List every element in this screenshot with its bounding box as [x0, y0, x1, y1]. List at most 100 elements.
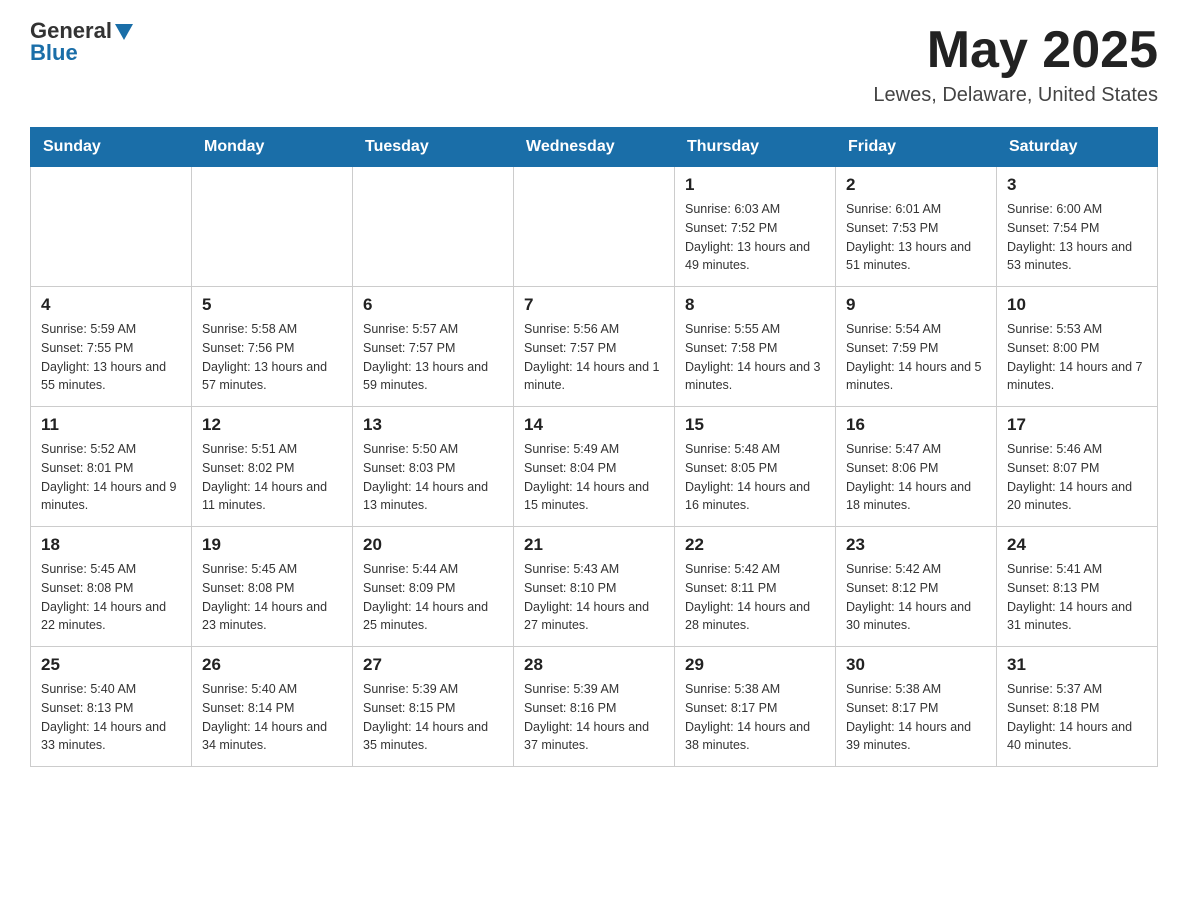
day-number: 11 [41, 415, 181, 435]
day-info: Sunrise: 5:42 AM Sunset: 8:11 PM Dayligh… [685, 560, 825, 635]
calendar-cell [353, 167, 514, 287]
day-number: 13 [363, 415, 503, 435]
calendar-cell: 11 Sunrise: 5:52 AM Sunset: 8:01 PM Dayli… [31, 407, 192, 527]
calendar-cell: 1 Sunrise: 6:03 AM Sunset: 7:52 PM Daylig… [675, 167, 836, 287]
calendar-cell: 7Sunrise: 5:56 AM Sunset: 7:57 PM Daylig… [514, 287, 675, 407]
day-info: Sunrise: 5:48 AM Sunset: 8:05 PM Dayligh… [685, 440, 825, 515]
calendar-table: SundayMondayTuesdayWednesdayThursdayFrid… [30, 127, 1158, 767]
calendar-cell: 25 Sunrise: 5:40 AM Sunset: 8:13 PM Dayli… [31, 647, 192, 767]
calendar-cell: 9 Sunrise: 5:54 AM Sunset: 7:59 PM Daylig… [836, 287, 997, 407]
calendar-cell: 29 Sunrise: 5:38 AM Sunset: 8:17 PM Dayli… [675, 647, 836, 767]
day-number: 1 [685, 175, 825, 195]
calendar-cell: 18Sunrise: 5:45 AM Sunset: 8:08 PM Dayli… [31, 527, 192, 647]
day-number: 31 [1007, 655, 1147, 675]
day-number: 14 [524, 415, 664, 435]
calendar-title: May 2025 [873, 20, 1158, 80]
logo-triangle-icon [115, 24, 133, 40]
logo-blue-text: Blue [30, 42, 133, 64]
calendar-subtitle: Lewes, Delaware, United States [873, 84, 1158, 107]
day-number: 24 [1007, 535, 1147, 555]
day-info: Sunrise: 5:57 AM Sunset: 7:57 PM Dayligh… [363, 320, 503, 395]
day-number: 25 [41, 655, 181, 675]
calendar-week-row: 4 Sunrise: 5:59 AM Sunset: 7:55 PM Daylig… [31, 287, 1158, 407]
day-number: 27 [363, 655, 503, 675]
calendar-cell: 3 Sunrise: 6:00 AM Sunset: 7:54 PM Daylig… [997, 167, 1158, 287]
calendar-cell: 6 Sunrise: 5:57 AM Sunset: 7:57 PM Daylig… [353, 287, 514, 407]
day-number: 22 [685, 535, 825, 555]
day-info: Sunrise: 5:50 AM Sunset: 8:03 PM Dayligh… [363, 440, 503, 515]
calendar-cell: 17 Sunrise: 5:46 AM Sunset: 8:07 PM Dayli… [997, 407, 1158, 527]
day-number: 26 [202, 655, 342, 675]
calendar-cell: 28Sunrise: 5:39 AM Sunset: 8:16 PM Dayli… [514, 647, 675, 767]
day-info: Sunrise: 5:46 AM Sunset: 8:07 PM Dayligh… [1007, 440, 1147, 515]
day-number: 7 [524, 295, 664, 315]
calendar-cell: 24 Sunrise: 5:41 AM Sunset: 8:13 PM Dayli… [997, 527, 1158, 647]
day-info: Sunrise: 5:44 AM Sunset: 8:09 PM Dayligh… [363, 560, 503, 635]
day-info: Sunrise: 5:37 AM Sunset: 8:18 PM Dayligh… [1007, 680, 1147, 755]
day-info: Sunrise: 5:38 AM Sunset: 8:17 PM Dayligh… [685, 680, 825, 755]
day-number: 10 [1007, 295, 1147, 315]
day-info: Sunrise: 5:39 AM Sunset: 8:15 PM Dayligh… [363, 680, 503, 755]
day-info: Sunrise: 5:45 AM Sunset: 8:08 PM Dayligh… [202, 560, 342, 635]
day-number: 16 [846, 415, 986, 435]
calendar-cell: 23 Sunrise: 5:42 AM Sunset: 8:12 PM Dayli… [836, 527, 997, 647]
day-of-week-header: Sunday [31, 128, 192, 167]
day-info: Sunrise: 5:51 AM Sunset: 8:02 PM Dayligh… [202, 440, 342, 515]
day-info: Sunrise: 5:52 AM Sunset: 8:01 PM Dayligh… [41, 440, 181, 515]
day-number: 30 [846, 655, 986, 675]
calendar-cell: 2Sunrise: 6:01 AM Sunset: 7:53 PM Daylig… [836, 167, 997, 287]
day-number: 21 [524, 535, 664, 555]
calendar-cell: 16 Sunrise: 5:47 AM Sunset: 8:06 PM Dayli… [836, 407, 997, 527]
day-number: 3 [1007, 175, 1147, 195]
day-number: 20 [363, 535, 503, 555]
day-number: 6 [363, 295, 503, 315]
logo-general-text: General [30, 20, 112, 42]
day-info: Sunrise: 5:59 AM Sunset: 7:55 PM Dayligh… [41, 320, 181, 395]
calendar-cell [192, 167, 353, 287]
calendar-week-row: 25 Sunrise: 5:40 AM Sunset: 8:13 PM Dayli… [31, 647, 1158, 767]
calendar-cell [514, 167, 675, 287]
day-of-week-header: Thursday [675, 128, 836, 167]
day-info: Sunrise: 6:03 AM Sunset: 7:52 PM Dayligh… [685, 200, 825, 275]
day-number: 8 [685, 295, 825, 315]
day-of-week-header: Tuesday [353, 128, 514, 167]
title-section: May 2025 Lewes, Delaware, United States [873, 20, 1158, 107]
page-header: General Blue May 2025 Lewes, Delaware, U… [30, 20, 1158, 107]
day-info: Sunrise: 5:42 AM Sunset: 8:12 PM Dayligh… [846, 560, 986, 635]
day-number: 12 [202, 415, 342, 435]
day-of-week-header: Wednesday [514, 128, 675, 167]
calendar-cell [31, 167, 192, 287]
day-of-week-header: Monday [192, 128, 353, 167]
day-info: Sunrise: 5:54 AM Sunset: 7:59 PM Dayligh… [846, 320, 986, 395]
day-info: Sunrise: 5:40 AM Sunset: 8:14 PM Dayligh… [202, 680, 342, 755]
day-number: 28 [524, 655, 664, 675]
day-number: 4 [41, 295, 181, 315]
day-number: 17 [1007, 415, 1147, 435]
day-of-week-header: Saturday [997, 128, 1158, 167]
calendar-week-row: 18Sunrise: 5:45 AM Sunset: 8:08 PM Dayli… [31, 527, 1158, 647]
day-info: Sunrise: 5:40 AM Sunset: 8:13 PM Dayligh… [41, 680, 181, 755]
day-of-week-header: Friday [836, 128, 997, 167]
calendar-week-row: 1 Sunrise: 6:03 AM Sunset: 7:52 PM Daylig… [31, 167, 1158, 287]
day-info: Sunrise: 6:00 AM Sunset: 7:54 PM Dayligh… [1007, 200, 1147, 275]
day-info: Sunrise: 5:55 AM Sunset: 7:58 PM Dayligh… [685, 320, 825, 395]
calendar-cell: 22 Sunrise: 5:42 AM Sunset: 8:11 PM Dayli… [675, 527, 836, 647]
calendar-cell: 5Sunrise: 5:58 AM Sunset: 7:56 PM Daylig… [192, 287, 353, 407]
day-info: Sunrise: 5:41 AM Sunset: 8:13 PM Dayligh… [1007, 560, 1147, 635]
calendar-cell: 15Sunrise: 5:48 AM Sunset: 8:05 PM Dayli… [675, 407, 836, 527]
day-number: 2 [846, 175, 986, 195]
day-number: 23 [846, 535, 986, 555]
day-number: 9 [846, 295, 986, 315]
calendar-cell: 10Sunrise: 5:53 AM Sunset: 8:00 PM Dayli… [997, 287, 1158, 407]
day-number: 5 [202, 295, 342, 315]
calendar-cell: 30Sunrise: 5:38 AM Sunset: 8:17 PM Dayli… [836, 647, 997, 767]
calendar-cell: 21Sunrise: 5:43 AM Sunset: 8:10 PM Dayli… [514, 527, 675, 647]
calendar-cell: 4 Sunrise: 5:59 AM Sunset: 7:55 PM Daylig… [31, 287, 192, 407]
days-header-row: SundayMondayTuesdayWednesdayThursdayFrid… [31, 128, 1158, 167]
day-number: 29 [685, 655, 825, 675]
logo-combined: General Blue [30, 20, 133, 64]
day-info: Sunrise: 5:47 AM Sunset: 8:06 PM Dayligh… [846, 440, 986, 515]
calendar-week-row: 11 Sunrise: 5:52 AM Sunset: 8:01 PM Dayli… [31, 407, 1158, 527]
calendar-cell: 26 Sunrise: 5:40 AM Sunset: 8:14 PM Dayli… [192, 647, 353, 767]
day-info: Sunrise: 5:45 AM Sunset: 8:08 PM Dayligh… [41, 560, 181, 635]
